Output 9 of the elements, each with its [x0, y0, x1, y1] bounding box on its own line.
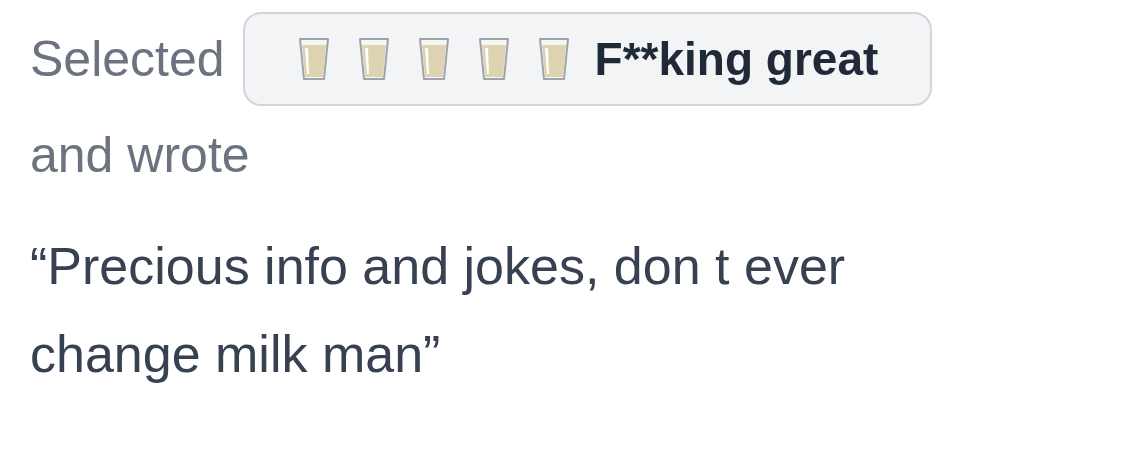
selected-label: Selected [30, 30, 225, 89]
milk-glass-star-icon [416, 36, 451, 82]
milk-glass-star-icon [536, 36, 571, 82]
wrote-label: and wrote [30, 126, 250, 185]
milk-glass-star-icon [356, 36, 391, 82]
rating-label: F**king great [594, 31, 879, 87]
milk-glass-star-icon [296, 36, 331, 82]
review-comment: “Precious info and jokes, don t ever change milk man” [30, 236, 847, 385]
milk-glass-star-icon [476, 36, 511, 82]
